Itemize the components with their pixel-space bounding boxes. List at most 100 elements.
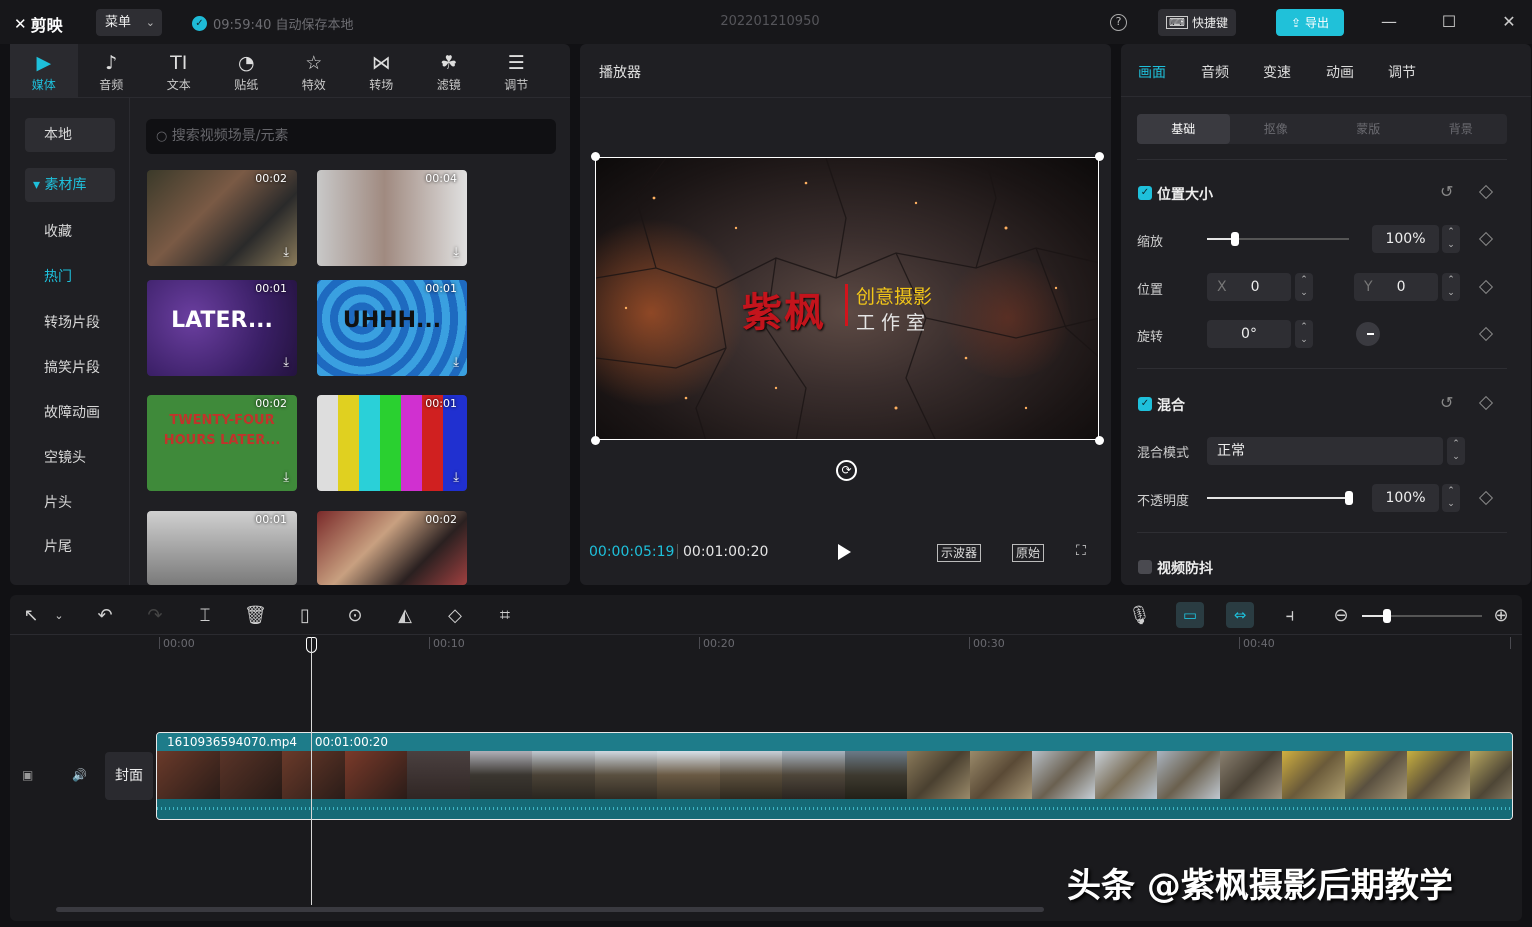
delete-icon[interactable]: 🗑 xyxy=(244,605,267,626)
stabilize-checkbox[interactable] xyxy=(1138,560,1152,574)
crop-icon[interactable]: ⌗ xyxy=(494,605,516,626)
media-thumbnail[interactable]: 00:01 ⤓ xyxy=(317,395,467,491)
video-preview[interactable]: 紫枫 创意摄影 工作室 xyxy=(595,157,1099,440)
blend-mode-stepper[interactable]: ⌃ ⌄ xyxy=(1447,437,1465,465)
chevron-down-icon[interactable]: ⌄ xyxy=(48,609,70,622)
sidebar-item-outro[interactable]: 片尾 xyxy=(25,530,115,564)
tab-adjust[interactable]: ☰ 调节 xyxy=(483,44,551,97)
zoom-in-icon[interactable]: ⊕ xyxy=(1490,605,1512,626)
redo-icon[interactable]: ↷ xyxy=(144,605,166,626)
media-thumbnail[interactable]: 00:01 UHHH... ⤓ xyxy=(317,280,467,376)
fullscreen-icon[interactable]: ⛶ xyxy=(1076,543,1086,559)
track-lock-icon[interactable]: ▣ xyxy=(22,768,33,782)
shortcut-button[interactable]: ⌨ 快捷键 xyxy=(1158,9,1236,36)
resize-handle[interactable] xyxy=(1095,436,1104,445)
split-icon[interactable]: ⌶ xyxy=(194,605,216,626)
link-icon[interactable]: ⇔ xyxy=(1226,602,1254,628)
tab-audio[interactable]: ♪ 音频 xyxy=(78,44,146,97)
download-icon[interactable]: ⤓ xyxy=(453,355,459,370)
tab-speed[interactable]: 变速 xyxy=(1263,62,1291,82)
subtab-basic[interactable]: 基础 xyxy=(1137,114,1230,144)
zoom-slider[interactable] xyxy=(1362,609,1482,623)
reset-icon[interactable]: ↺ xyxy=(1440,393,1453,412)
media-thumbnail[interactable]: 00:01 xyxy=(147,511,297,585)
rotate-icon[interactable]: ⟳ xyxy=(836,460,857,481)
video-clip[interactable]: 1610936594070.mp4 00:01:00:20 xyxy=(156,732,1513,820)
export-button[interactable]: ⇪ 导出 xyxy=(1276,9,1344,36)
resize-handle[interactable] xyxy=(591,436,600,445)
keyframe-icon[interactable] xyxy=(1478,231,1494,247)
tab-adjust[interactable]: 调节 xyxy=(1388,62,1416,82)
keyframe-icon[interactable] xyxy=(1478,279,1494,295)
scope-button[interactable]: 示波器 xyxy=(937,544,982,562)
tab-filter[interactable]: ☘ 滤镜 xyxy=(415,44,483,97)
menu-dropdown[interactable]: 菜单 ⌄ xyxy=(96,9,162,36)
main-track-magnet-icon[interactable]: ▭ xyxy=(1176,602,1204,628)
media-thumbnail[interactable]: 00:02 ⤓ xyxy=(147,170,297,266)
rotation-dial[interactable] xyxy=(1356,322,1380,346)
sidebar-item-hot[interactable]: 热门 xyxy=(25,260,115,294)
scale-slider[interactable] xyxy=(1207,232,1349,246)
tab-audio[interactable]: 音频 xyxy=(1201,62,1229,82)
playhead[interactable] xyxy=(311,637,312,905)
download-icon[interactable]: ⤓ xyxy=(283,245,289,260)
download-icon[interactable]: ⤓ xyxy=(283,355,289,370)
search-input[interactable]: ○ 搜索视频场景/元素 xyxy=(146,119,556,154)
subtab-background[interactable]: 背景 xyxy=(1415,114,1508,144)
minimize-icon[interactable]: — xyxy=(1377,10,1401,34)
slider-knob[interactable] xyxy=(1383,609,1391,623)
download-icon[interactable]: ⤓ xyxy=(453,245,459,260)
opacity-slider[interactable] xyxy=(1207,491,1353,505)
tab-sticker[interactable]: ◔ 贴纸 xyxy=(213,44,281,97)
tab-transition[interactable]: ⋈ 转场 xyxy=(348,44,416,97)
sidebar-item-intro[interactable]: 片头 xyxy=(25,486,115,520)
ratio-button[interactable]: 原始 xyxy=(1012,544,1045,562)
download-icon[interactable]: ⤓ xyxy=(453,470,459,485)
close-icon[interactable]: ✕ xyxy=(1497,10,1521,34)
scale-input[interactable]: 100% xyxy=(1372,225,1439,253)
tab-animation[interactable]: 动画 xyxy=(1326,62,1354,82)
play-icon[interactable] xyxy=(838,544,851,560)
rotate-icon[interactable]: ◇ xyxy=(444,605,466,626)
sidebar-item-empty-shots[interactable]: 空镜头 xyxy=(25,441,115,475)
scale-stepper[interactable]: ⌃ ⌄ xyxy=(1442,225,1460,253)
preview-axis-icon[interactable]: ⫞ xyxy=(1279,605,1301,626)
microphone-icon[interactable]: 🎙 xyxy=(1128,605,1151,626)
position-x-stepper[interactable]: ⌃ ⌄ xyxy=(1295,273,1313,301)
rotate-input[interactable]: 0° xyxy=(1207,320,1291,348)
keyframe-icon[interactable] xyxy=(1478,326,1494,342)
slider-knob[interactable] xyxy=(1231,232,1240,246)
horizontal-scrollbar[interactable] xyxy=(56,907,1044,912)
subtab-mask[interactable]: 蒙版 xyxy=(1322,114,1415,144)
position-y-stepper[interactable]: ⌃ ⌄ xyxy=(1442,273,1460,301)
maximize-icon[interactable]: ☐ xyxy=(1437,10,1461,34)
keyframe-icon[interactable] xyxy=(1478,490,1494,506)
media-thumbnail[interactable]: 00:02 TWENTY-FOUR HOURS LATER... ⤓ xyxy=(147,395,297,491)
subtab-cutout[interactable]: 抠像 xyxy=(1230,114,1323,144)
sidebar-item-glitch[interactable]: 故障动画 xyxy=(25,396,115,430)
sidebar-item-transition-clips[interactable]: 转场片段 xyxy=(25,306,115,340)
media-thumbnail[interactable]: 00:01 LATER... ⤓ xyxy=(147,280,297,376)
speaker-icon[interactable]: 🔊 xyxy=(72,768,87,782)
select-tool-icon[interactable]: ↖ xyxy=(20,605,42,626)
cover-button[interactable]: 封面 xyxy=(105,752,153,800)
position-y-input[interactable]: Y0 xyxy=(1354,273,1438,301)
sidebar-item-favorites[interactable]: 收藏 xyxy=(25,215,115,249)
resize-handle[interactable] xyxy=(591,152,600,161)
resize-handle[interactable] xyxy=(1095,152,1104,161)
tab-media[interactable]: ▶ 媒体 xyxy=(10,44,78,97)
rotate-stepper[interactable]: ⌃ ⌄ xyxy=(1295,320,1313,348)
zoom-out-icon[interactable]: ⊖ xyxy=(1330,605,1352,626)
help-icon[interactable]: ? xyxy=(1110,14,1127,31)
keyframe-icon[interactable] xyxy=(1478,184,1494,200)
freeze-icon[interactable]: ▯ xyxy=(294,605,316,626)
tab-effects[interactable]: ☆ 特效 xyxy=(280,44,348,97)
sidebar-item-local[interactable]: 本地 xyxy=(25,118,115,152)
media-thumbnail[interactable]: 00:02 xyxy=(317,511,467,585)
blend-mode-select[interactable]: 正常 xyxy=(1207,437,1443,465)
blend-checkbox[interactable]: ✓ xyxy=(1138,397,1152,411)
undo-icon[interactable]: ↶ xyxy=(94,605,116,626)
tab-text[interactable]: TI 文本 xyxy=(145,44,213,97)
slider-knob[interactable] xyxy=(1345,491,1353,505)
keyframe-icon[interactable] xyxy=(1478,395,1494,411)
